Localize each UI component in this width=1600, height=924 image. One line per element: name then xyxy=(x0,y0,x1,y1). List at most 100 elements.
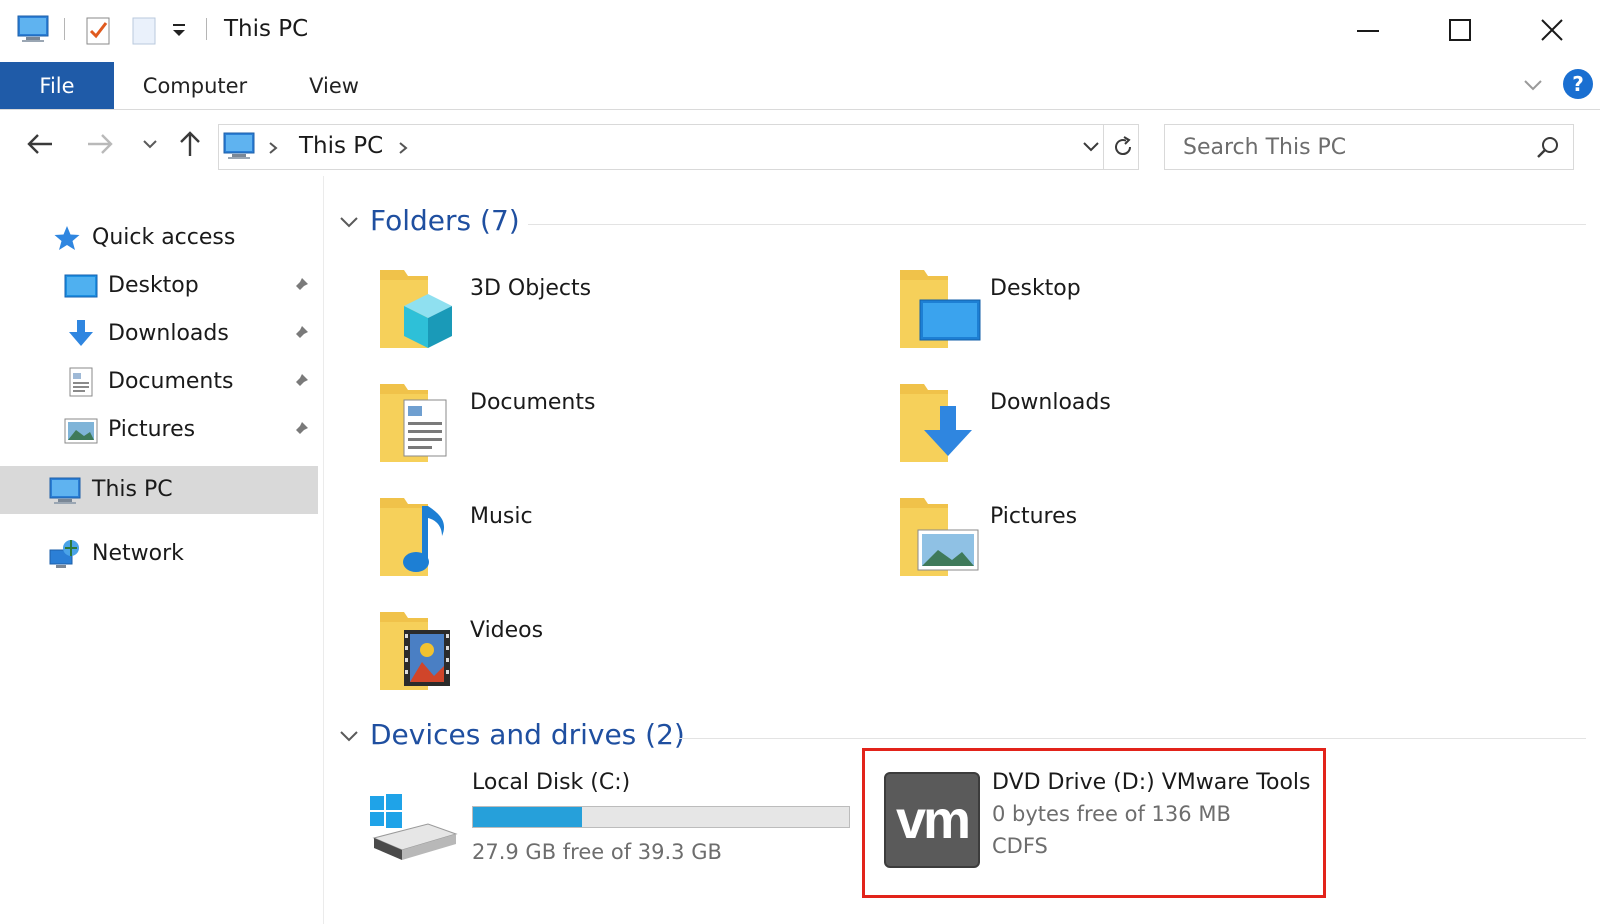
sidebar-item-documents[interactable]: Documents xyxy=(0,358,318,406)
devices-section-title: Devices and drives (2) xyxy=(370,718,685,751)
breadcrumb-this-pc[interactable]: This PC xyxy=(299,133,383,159)
disk-usage-fill xyxy=(473,807,583,827)
expand-ribbon-chevron-icon[interactable] xyxy=(1522,76,1544,94)
breadcrumb-chevron-icon[interactable] xyxy=(397,141,409,155)
sidebar-item-label: Pictures xyxy=(108,417,196,442)
downloads-icon xyxy=(69,320,93,346)
drive-free-space: 27.9 GB free of 39.3 GB xyxy=(472,840,722,864)
drive-details: Local Disk (C:) 27.9 GB free of 39.3 GB xyxy=(472,770,858,870)
sidebar-item-label: Network xyxy=(92,541,184,566)
desktop-icon xyxy=(64,274,98,298)
3d-objects-folder-icon xyxy=(380,270,452,348)
tab-computer[interactable]: Computer xyxy=(130,62,260,109)
section-divider xyxy=(678,738,1586,739)
folder-music[interactable]: Music xyxy=(378,492,878,602)
folders-section-header[interactable]: Folders (7) xyxy=(338,202,1588,242)
this-pc-icon xyxy=(223,132,255,159)
ribbon: File Computer View ? xyxy=(0,62,1600,110)
highlight-annotation xyxy=(862,748,1326,898)
maximize-button[interactable] xyxy=(1414,0,1506,60)
folders-section-title: Folders (7) xyxy=(370,204,520,237)
up-button[interactable] xyxy=(170,124,210,164)
folder-label: 3D Objects xyxy=(470,276,592,301)
sidebar-item-desktop[interactable]: Desktop xyxy=(0,262,318,310)
this-pc-icon xyxy=(49,477,81,504)
tab-view[interactable]: View xyxy=(294,62,374,109)
sidebar-item-network[interactable]: Network xyxy=(0,530,318,578)
forward-button[interactable] xyxy=(80,124,120,164)
title-bar: This PC xyxy=(0,0,1600,60)
folder-downloads[interactable]: Downloads xyxy=(898,378,1398,488)
help-button[interactable]: ? xyxy=(1563,69,1593,99)
folder-label: Desktop xyxy=(990,276,1081,301)
drive-local-disk-c[interactable]: Local Disk (C:) 27.9 GB free of 39.3 GB xyxy=(368,770,858,910)
navigation-pane: Quick access Desktop Downloads Documents xyxy=(0,176,324,924)
pin-icon[interactable] xyxy=(290,372,310,392)
windows-disk-icon xyxy=(370,794,458,860)
sidebar-item-label: Downloads xyxy=(108,321,229,346)
pin-icon[interactable] xyxy=(290,420,310,440)
sidebar-item-label: Desktop xyxy=(108,273,199,298)
folder-pictures[interactable]: Pictures xyxy=(898,492,1398,602)
folder-label: Pictures xyxy=(990,504,1078,529)
documents-folder-icon xyxy=(380,384,447,462)
folder-label: Music xyxy=(470,504,533,529)
documents-icon xyxy=(69,367,93,397)
folder-videos[interactable]: Videos xyxy=(378,606,878,716)
pin-icon[interactable] xyxy=(290,324,310,344)
sidebar-item-label: Documents xyxy=(108,369,234,394)
pin-icon[interactable] xyxy=(290,276,310,296)
properties-icon[interactable] xyxy=(84,15,112,45)
breadcrumb-chevron-icon[interactable] xyxy=(267,141,279,155)
pictures-folder-icon xyxy=(900,498,979,576)
back-arrow-icon xyxy=(27,134,52,154)
chevron-down-icon xyxy=(143,140,157,149)
folder-documents[interactable]: Documents xyxy=(378,378,878,488)
folder-label: Downloads xyxy=(990,390,1111,415)
section-divider xyxy=(528,224,1586,225)
recent-locations-button[interactable] xyxy=(130,124,170,164)
sidebar-item-pictures[interactable]: Pictures xyxy=(0,406,318,454)
window-title: This PC xyxy=(224,16,309,42)
folder-3d-objects[interactable]: 3D Objects xyxy=(378,264,878,374)
title-separator-2 xyxy=(206,18,207,40)
title-separator xyxy=(64,18,65,40)
collapse-chevron-icon[interactable] xyxy=(338,728,360,744)
folder-label: Documents xyxy=(470,390,596,415)
sidebar-item-quick-access[interactable]: Quick access xyxy=(0,214,318,262)
pictures-icon xyxy=(64,418,98,444)
search-box[interactable] xyxy=(1164,124,1574,170)
sidebar-item-label: This PC xyxy=(92,477,173,502)
tab-file[interactable]: File xyxy=(0,62,114,109)
minimize-icon xyxy=(1357,30,1379,32)
quick-access-star-icon xyxy=(54,226,80,250)
sidebar-item-downloads[interactable]: Downloads xyxy=(0,310,318,358)
new-folder-icon[interactable] xyxy=(130,15,158,45)
desktop-folder-icon xyxy=(900,270,981,348)
minimize-button[interactable] xyxy=(1322,0,1414,60)
maximize-icon xyxy=(1449,19,1471,41)
videos-folder-icon xyxy=(380,612,450,690)
back-button[interactable] xyxy=(20,124,60,164)
collapse-chevron-icon[interactable] xyxy=(338,214,360,230)
customize-toolbar-dropdown-icon[interactable] xyxy=(170,22,188,40)
address-separator xyxy=(1103,125,1104,169)
this-pc-icon[interactable] xyxy=(16,14,50,44)
disk-usage-bar xyxy=(472,806,850,828)
refresh-icon[interactable] xyxy=(1111,135,1135,159)
close-icon xyxy=(1541,19,1563,41)
folder-desktop[interactable]: Desktop xyxy=(898,264,1398,374)
close-button[interactable] xyxy=(1506,0,1598,60)
up-arrow-icon xyxy=(180,131,200,156)
sidebar-item-label: Quick access xyxy=(92,225,236,250)
search-input[interactable] xyxy=(1165,125,1525,169)
address-bar[interactable]: This PC xyxy=(218,124,1139,170)
address-history-chevron-icon[interactable] xyxy=(1081,139,1101,155)
network-icon xyxy=(49,540,79,568)
sidebar-item-this-pc[interactable]: This PC xyxy=(0,466,318,514)
folder-label: Videos xyxy=(470,618,544,643)
search-icon[interactable] xyxy=(1535,135,1561,161)
downloads-folder-icon xyxy=(900,384,972,462)
forward-arrow-icon xyxy=(88,134,113,154)
music-folder-icon xyxy=(380,498,445,576)
